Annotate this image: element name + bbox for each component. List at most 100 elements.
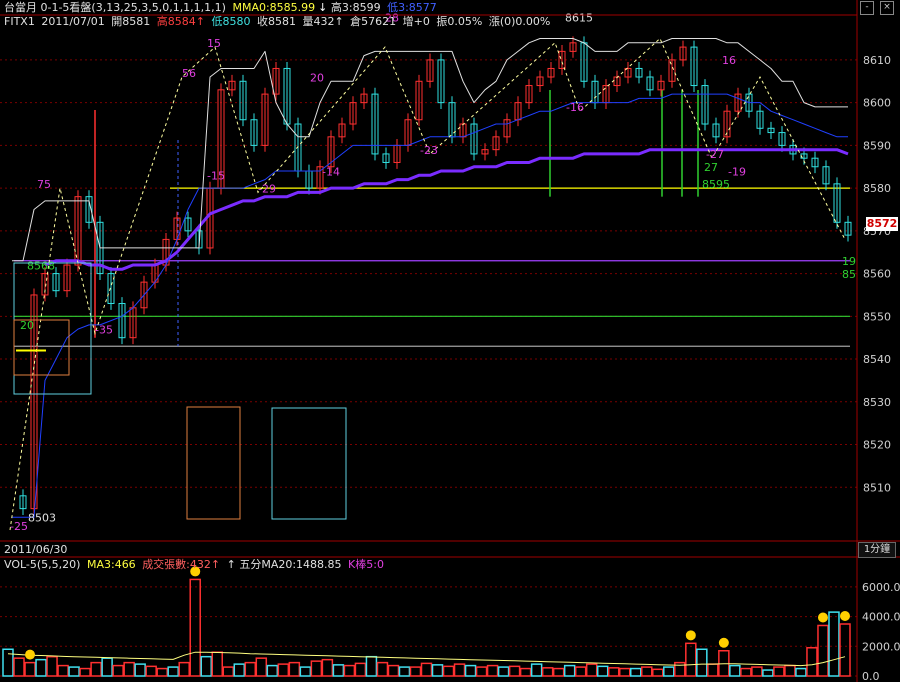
open: 開8581 bbox=[111, 15, 151, 28]
chart-frame: 75208568-355615-15-2920-1428-238615-1616… bbox=[0, 0, 900, 682]
volume-bar bbox=[68, 666, 80, 677]
volume-bar bbox=[101, 657, 113, 677]
annotation-label: 19 bbox=[842, 255, 856, 268]
volume-bar bbox=[189, 578, 201, 677]
header-line1: 台當月 0-1-5看盤(3,13,25,3,5,0,1,1,1,1,1) MMA… bbox=[4, 1, 440, 15]
price-tick-label: 8590 bbox=[863, 139, 891, 152]
volume-bar bbox=[530, 663, 543, 677]
volume-panel bbox=[0, 566, 857, 677]
annotation-label: 27 bbox=[704, 161, 718, 174]
volume-bar bbox=[630, 667, 642, 677]
annotation-label: 15 bbox=[207, 37, 221, 50]
annotation-label: 8615 bbox=[565, 11, 593, 24]
volume-bar bbox=[762, 669, 774, 677]
volume-bar bbox=[376, 661, 389, 677]
volume-bar bbox=[541, 667, 554, 677]
annotation-label: -15 bbox=[207, 170, 225, 183]
orange-box bbox=[186, 406, 241, 520]
volume-bar bbox=[685, 642, 697, 677]
volume-bar bbox=[486, 664, 499, 677]
volume-bar bbox=[90, 661, 102, 677]
volume-bar bbox=[310, 660, 323, 677]
volume-bar bbox=[475, 666, 488, 677]
volume-bar bbox=[817, 624, 829, 677]
annotation-label: -29 bbox=[258, 182, 276, 195]
low: 低8580 bbox=[211, 15, 251, 28]
price-tick-label: 8510 bbox=[863, 481, 891, 494]
annotation-label: -27 bbox=[706, 148, 724, 161]
volume-bar bbox=[178, 661, 190, 677]
volume-bar bbox=[211, 651, 223, 677]
price-tick-label: 8560 bbox=[863, 268, 891, 281]
volume-bar bbox=[13, 657, 25, 677]
volume-bar bbox=[79, 667, 91, 677]
oi-change: 增+0 bbox=[402, 15, 430, 28]
volume-bar bbox=[409, 666, 422, 677]
volume-bar bbox=[112, 664, 124, 677]
close-button[interactable]: × bbox=[880, 1, 894, 15]
volume-bar bbox=[585, 663, 598, 677]
volume-bar bbox=[508, 665, 521, 677]
volume-bar bbox=[751, 666, 763, 677]
amplitude: 振0.05% bbox=[436, 15, 483, 28]
annotation-label: 75 bbox=[37, 178, 51, 191]
volume-bar bbox=[828, 611, 840, 677]
volume-bar bbox=[552, 667, 565, 677]
arrow-down-icon: ↓ bbox=[318, 1, 328, 14]
volume-bar bbox=[663, 666, 675, 677]
price-tick-label: 8600 bbox=[863, 97, 891, 110]
annotation-label: 8595 bbox=[702, 178, 730, 191]
up-arrow-icon: ↑ bbox=[195, 15, 205, 28]
annotation-label: -23 bbox=[420, 144, 438, 157]
volume-bar bbox=[707, 663, 719, 677]
volume-bar bbox=[497, 666, 510, 677]
volume-bar bbox=[784, 664, 796, 677]
volume-bar bbox=[365, 655, 378, 677]
volume-bar bbox=[35, 658, 47, 677]
volume-tick-label: 2000.0 bbox=[862, 640, 900, 653]
volume-bar bbox=[618, 667, 631, 677]
volume-bar bbox=[563, 664, 576, 677]
volume-bar bbox=[574, 666, 587, 677]
change: 漲(0)0.00% bbox=[488, 15, 551, 28]
price-tick-label: 8550 bbox=[863, 310, 891, 323]
symbol: FITX1 bbox=[4, 15, 35, 28]
up-arrow-icon: ↑ bbox=[226, 558, 236, 571]
smiley-icon bbox=[718, 637, 729, 648]
price-series bbox=[9, 36, 852, 531]
annotation-label: -16 bbox=[566, 101, 584, 114]
chart-title: 台當月 0-1-5看盤(3,13,25,3,5,0,1,1,1,1,1) bbox=[4, 1, 226, 14]
volume-bar bbox=[222, 666, 235, 677]
annotation-label: -19 bbox=[728, 165, 746, 178]
volume-ma3: MA3:466 bbox=[86, 558, 136, 571]
volume-bar bbox=[244, 661, 257, 677]
mma-value: MMA0:8585.99 bbox=[232, 1, 316, 14]
price-tick-label: 8580 bbox=[863, 182, 891, 195]
volume-axis: 6000.0 4000.0 2000.0 0.0 bbox=[862, 581, 900, 682]
low-label: 低3:8577 bbox=[387, 1, 437, 14]
volume-bar bbox=[442, 665, 455, 677]
volume-bar bbox=[464, 664, 477, 677]
volume-bar bbox=[387, 664, 400, 677]
cyan-box bbox=[271, 407, 347, 520]
date: 2011/07/01 bbox=[41, 15, 105, 28]
annotation-label: 56 bbox=[182, 67, 196, 80]
volume-bar bbox=[156, 667, 168, 677]
volume-bar bbox=[2, 648, 14, 677]
k-bar: K棒5:0 bbox=[348, 558, 384, 571]
trade-count: 成交張數:432 bbox=[142, 558, 211, 571]
header-line2: FITX1 2011/07/01 開8581 高8584↑ 低8580 收858… bbox=[4, 15, 553, 29]
price-tick-label: 8610 bbox=[863, 54, 891, 67]
volume-bar bbox=[740, 667, 752, 677]
volume-bar bbox=[332, 664, 345, 677]
volume-bar bbox=[167, 666, 179, 677]
minimize-button[interactable]: - bbox=[860, 1, 874, 15]
close: 收8581 bbox=[256, 15, 296, 28]
price-tick-label: 8530 bbox=[863, 396, 891, 409]
interval-button[interactable]: 1分鐘 bbox=[858, 542, 896, 558]
volume-bar bbox=[24, 661, 36, 677]
volume-bar bbox=[233, 663, 246, 677]
annotation-label: 20 bbox=[310, 71, 324, 84]
volume-bar bbox=[839, 623, 851, 677]
smiley-icon bbox=[817, 612, 828, 623]
